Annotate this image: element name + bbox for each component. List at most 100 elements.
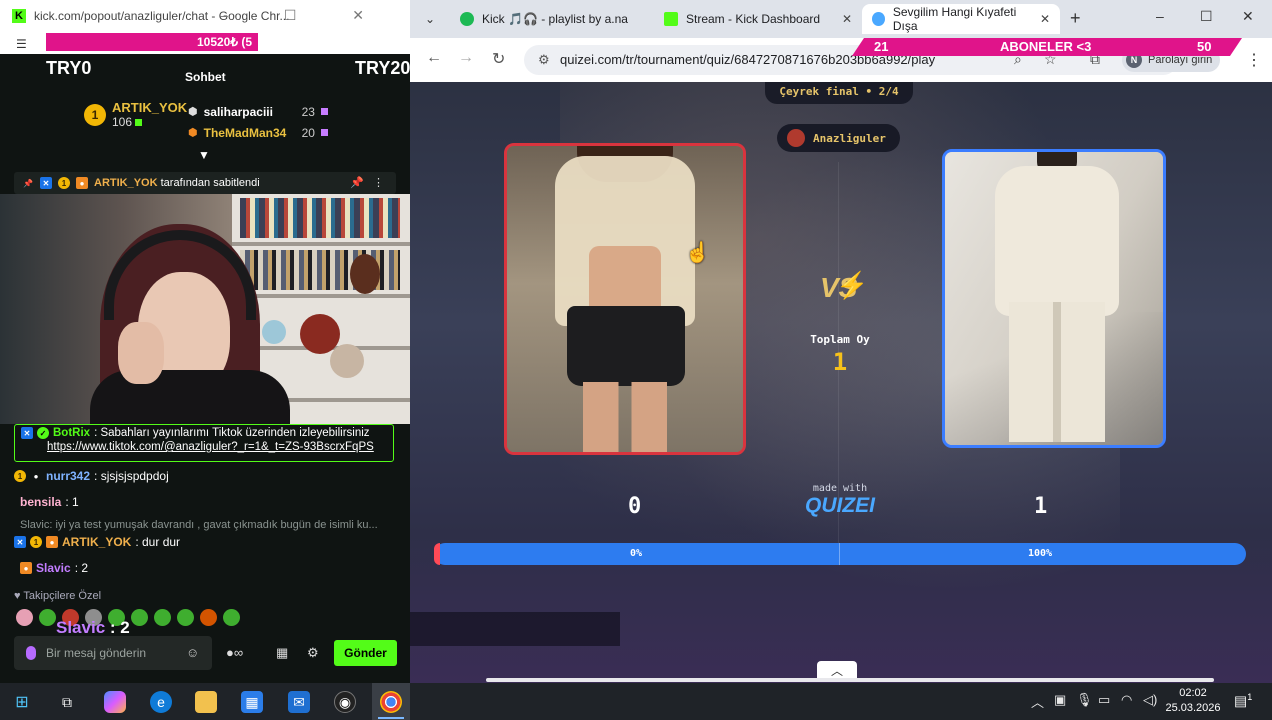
right-score: 1 bbox=[1034, 494, 1048, 519]
chat-author[interactable]: ARTIK_YOK bbox=[62, 535, 131, 549]
tab-label: Stream - Kick Dashboard bbox=[686, 12, 821, 26]
tab-search-icon[interactable]: ⌄ bbox=[420, 9, 440, 29]
minimize-icon[interactable]: – bbox=[1156, 8, 1164, 24]
pinned-message[interactable]: 📌 ✕ 1 ● ARTIK_YOK tarafından sabitlendi … bbox=[14, 172, 396, 194]
gift-icon bbox=[135, 119, 143, 126]
reload-icon[interactable]: ↻ bbox=[492, 49, 505, 69]
edge-icon[interactable]: e bbox=[150, 691, 172, 713]
sub-gift-icon bbox=[320, 129, 328, 136]
chat-input[interactable]: Bir mesaj gönderin bbox=[14, 636, 212, 670]
goal-target: TRY20,00 bbox=[355, 58, 410, 78]
tiktok-link[interactable]: https://www.tiktok.com/@anazliguler?_r=1… bbox=[21, 441, 387, 453]
tray-chevron-icon[interactable]: ︿ bbox=[1031, 692, 1044, 711]
reply-preview[interactable]: Slavic: iyi ya test yumuşak davrandı , g… bbox=[20, 519, 378, 531]
subs-current: 21 bbox=[874, 39, 889, 54]
pinned-menu-icon[interactable]: 📌 ⋮ bbox=[350, 176, 384, 189]
chat-text: : dur dur bbox=[135, 535, 181, 549]
tab-spotify[interactable]: Kick 🎵🎧 - playlist by a.na bbox=[450, 4, 650, 34]
outlook-icon[interactable]: ✉ bbox=[288, 691, 310, 713]
verified-badge-icon: ✕ bbox=[14, 536, 26, 548]
mic-icon[interactable] bbox=[26, 646, 36, 660]
window-controls[interactable]: – ☐ ✕ bbox=[220, 7, 390, 24]
chrome-icon[interactable] bbox=[380, 691, 402, 713]
emoji-icon[interactable]: ☺ bbox=[186, 645, 199, 660]
site-info-icon[interactable]: ⚙ bbox=[538, 52, 550, 68]
streamer-body bbox=[90, 370, 290, 424]
horizontal-scrollbar[interactable] bbox=[486, 678, 1214, 682]
clock-time: 02:02 bbox=[1179, 687, 1207, 699]
emote-icon[interactable] bbox=[223, 609, 240, 626]
settings-gear-icon[interactable]: ⚙ bbox=[307, 645, 319, 661]
points-icon[interactable]: ●∞ bbox=[226, 645, 243, 660]
task-view-icon[interactable]: ⧉ bbox=[56, 691, 78, 713]
overlay-strip bbox=[410, 612, 620, 646]
store-icon[interactable]: ▦ bbox=[241, 691, 263, 713]
overlay-author: Slavic bbox=[56, 618, 106, 637]
obs-icon[interactable]: ◉ bbox=[334, 691, 356, 713]
donation-goal-bar: 10520₺ (5 bbox=[46, 33, 258, 51]
chat-author[interactable]: nurr342 bbox=[46, 469, 90, 483]
close-tab-icon[interactable]: ✕ bbox=[1040, 12, 1050, 26]
chat-message: ✕ 1 ● ARTIK_YOK: dur dur bbox=[14, 535, 404, 549]
pinned-author[interactable]: ARTIK_YOK bbox=[94, 177, 158, 189]
emote-icon[interactable] bbox=[39, 609, 56, 626]
tab-kick-dashboard[interactable]: Stream - Kick Dashboard ✕ bbox=[654, 4, 862, 34]
send-button[interactable]: Gönder bbox=[334, 640, 397, 666]
emote-icon[interactable] bbox=[16, 609, 33, 626]
battery-icon[interactable]: ▭ bbox=[1098, 692, 1110, 708]
emote-icon[interactable] bbox=[200, 609, 217, 626]
option-card-left[interactable] bbox=[504, 143, 746, 455]
tab-label: Sevgilim Hangi Kıyafeti Dışa bbox=[892, 5, 1017, 33]
tray-app-icon[interactable]: ▣ bbox=[1054, 692, 1066, 708]
chat-author[interactable]: bensila bbox=[20, 495, 61, 509]
total-votes-value: 1 bbox=[832, 348, 848, 376]
leader-name[interactable]: ARTIK_YOK bbox=[112, 100, 187, 115]
notification-icon[interactable]: ▤1 bbox=[1234, 692, 1252, 710]
taskbar-clock[interactable]: 02:02 25.03.2026 bbox=[1165, 686, 1221, 716]
gifter-row: ⬢ TheMadMan34 20 bbox=[188, 122, 328, 143]
new-tab-icon[interactable]: + bbox=[1070, 8, 1081, 29]
maximize-icon[interactable]: ☐ bbox=[1200, 8, 1213, 25]
volume-icon[interactable]: ◁) bbox=[1143, 692, 1157, 708]
gifter-name[interactable]: saliharpaciii bbox=[204, 105, 296, 119]
emote-icon[interactable] bbox=[154, 609, 171, 626]
collapse-chevron-icon[interactable]: ▼ bbox=[198, 148, 210, 162]
creator-badge[interactable]: Anazliguler bbox=[777, 124, 900, 152]
emote-icon[interactable] bbox=[131, 609, 148, 626]
vote-progress-divider bbox=[839, 543, 840, 565]
books-row bbox=[240, 198, 400, 238]
desktop: K kick.com/popout/anazliguler/chat - Goo… bbox=[0, 0, 1272, 720]
leaderboard-top: 1 ARTIK_YOK 106 bbox=[84, 100, 187, 129]
tab-bar: ⌄ Kick 🎵🎧 - playlist by a.na Stream - Ki… bbox=[410, 0, 1272, 38]
gifter-row: ⬢ saliharpaciii 23 bbox=[188, 101, 328, 122]
back-icon[interactable]: ← bbox=[426, 49, 442, 67]
gifter-name[interactable]: TheMadMan34 bbox=[204, 126, 296, 140]
bot-name[interactable]: BotRix bbox=[53, 427, 90, 439]
filter-icon[interactable]: ☰ bbox=[16, 37, 27, 51]
quizei-logo[interactable]: QUIZEI bbox=[800, 494, 880, 518]
copilot-icon[interactable] bbox=[104, 691, 126, 713]
emote-icon[interactable] bbox=[177, 609, 194, 626]
gift-badge-icon: ⬢ bbox=[188, 106, 198, 118]
wifi-icon[interactable]: ◠ bbox=[1121, 692, 1132, 708]
overlay-last-message: Slavic : 2 bbox=[56, 618, 130, 638]
chat-text: : 1 bbox=[65, 495, 79, 509]
chat-author[interactable]: Slavic bbox=[36, 561, 71, 575]
option-card-right[interactable] bbox=[942, 149, 1166, 448]
streamer-hand bbox=[118, 322, 164, 384]
close-tab-icon[interactable]: ✕ bbox=[842, 12, 852, 26]
cat-badge-icon: ● bbox=[76, 177, 88, 189]
bot-message: ✕ ✓ BotRix: Sabahları yayınlarımı Tiktok… bbox=[14, 424, 394, 462]
left-percent: 0% bbox=[630, 548, 643, 559]
menu-kebab-icon[interactable]: ⋮ bbox=[1246, 50, 1262, 70]
microphone-icon[interactable]: 🎙 bbox=[1076, 692, 1093, 708]
close-window-icon[interactable]: ✕ bbox=[1242, 8, 1254, 25]
bot-text: : Sabahları yayınlarımı Tiktok üzerinden… bbox=[94, 427, 370, 439]
forward-icon[interactable]: → bbox=[458, 49, 474, 67]
gift-shop-icon[interactable]: ▦ bbox=[276, 645, 288, 661]
windows-start-icon[interactable]: ⊞ bbox=[11, 691, 33, 713]
tab-quiz[interactable]: Sevgilim Hangi Kıyafeti Dışa ✕ bbox=[862, 4, 1060, 34]
file-explorer-icon[interactable] bbox=[195, 691, 217, 713]
right-percent: 100% bbox=[1028, 548, 1053, 559]
photo-knit-sweater bbox=[995, 166, 1119, 316]
